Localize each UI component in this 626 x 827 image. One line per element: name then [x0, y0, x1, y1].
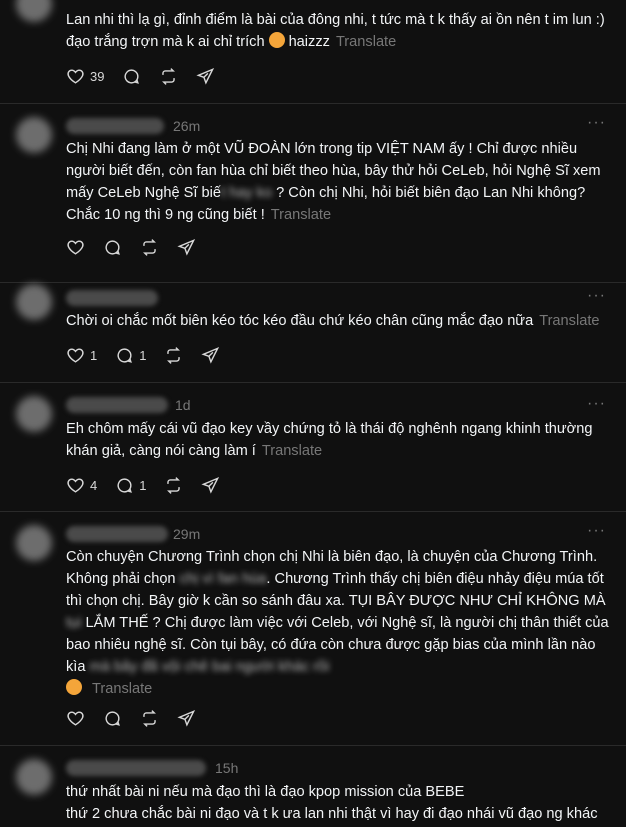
post-text: Chị Nhi đang làm ở một VŨ ĐOÀN lớn trong…	[66, 141, 601, 223]
post-text: Chời oi chắc mốt biên kéo tóc kéo đầu ch…	[66, 313, 600, 329]
comment-icon	[117, 347, 133, 363]
timestamp: 26m	[173, 118, 201, 134]
username[interactable]	[66, 760, 206, 776]
hidden-text: mà bây đã vội chê bai người khác rồi	[89, 659, 330, 675]
translate-link[interactable]: Translate	[262, 443, 322, 459]
post-actions	[66, 236, 214, 258]
like-button[interactable]: 1	[66, 346, 97, 365]
more-options-icon[interactable]: ···	[587, 396, 606, 412]
avatar[interactable]	[16, 759, 52, 795]
repost-button[interactable]	[140, 238, 159, 257]
like-button[interactable]	[66, 709, 85, 728]
reply-button[interactable]	[122, 67, 141, 86]
username[interactable]	[66, 118, 164, 134]
like-button[interactable]	[66, 238, 85, 257]
reply-count: 1	[139, 477, 147, 493]
post-actions	[66, 707, 214, 729]
heart-icon	[67, 477, 84, 493]
reply-button[interactable]	[103, 238, 122, 257]
repost-icon	[162, 67, 176, 85]
emoji-icon	[66, 679, 82, 695]
heart-icon	[67, 347, 84, 363]
comment-icon	[124, 68, 140, 84]
translate-link[interactable]: Translate	[92, 681, 152, 697]
repost-icon	[167, 476, 181, 494]
avatar[interactable]	[16, 284, 52, 320]
send-icon	[201, 346, 220, 364]
send-icon	[201, 476, 220, 494]
timestamp: 1d	[175, 397, 191, 413]
username[interactable]	[66, 397, 168, 413]
translate-link[interactable]: Translate	[539, 313, 599, 329]
username[interactable]	[66, 526, 168, 542]
repost-button[interactable]	[164, 346, 183, 365]
share-button[interactable]	[177, 709, 196, 728]
send-icon	[177, 238, 196, 256]
like-count: 39	[90, 68, 105, 84]
divider	[0, 282, 626, 283]
avatar[interactable]	[16, 117, 52, 153]
like-button[interactable]: 39	[66, 67, 104, 86]
more-options-icon[interactable]: ···	[587, 523, 606, 539]
divider	[0, 382, 626, 383]
heart-icon	[67, 239, 84, 255]
send-icon	[177, 709, 196, 727]
post-text: thứ nhất bài ni nếu mà đạo thì là đạo kp…	[66, 784, 598, 822]
timestamp: 29m	[173, 526, 201, 542]
more-options-icon[interactable]: ···	[587, 115, 606, 131]
share-button[interactable]	[201, 476, 220, 495]
repost-button[interactable]	[159, 67, 178, 86]
heart-icon	[67, 710, 84, 726]
post-actions: 1 1	[66, 344, 238, 366]
send-icon	[196, 67, 215, 85]
share-button[interactable]	[201, 346, 220, 365]
reply-button[interactable]: 1	[115, 346, 146, 365]
like-count: 4	[90, 477, 98, 493]
share-button[interactable]	[196, 67, 215, 86]
reply-count: 1	[139, 347, 147, 363]
avatar[interactable]	[16, 525, 52, 561]
more-options-icon[interactable]: ···	[587, 288, 606, 304]
translate-link[interactable]: Translate	[336, 34, 396, 50]
like-button[interactable]: 4	[66, 476, 97, 495]
share-button[interactable]	[177, 238, 196, 257]
divider	[0, 745, 626, 746]
username[interactable]	[66, 290, 158, 306]
post-actions: 4 1	[66, 474, 238, 496]
comment-icon	[105, 710, 120, 726]
repost-icon	[167, 346, 181, 364]
translate-link[interactable]: Translate	[271, 207, 331, 223]
divider	[0, 511, 626, 512]
hidden-text: tụi	[66, 615, 82, 631]
repost-icon	[143, 238, 156, 256]
repost-button[interactable]	[164, 476, 183, 495]
emoji-icon	[268, 32, 285, 48]
divider	[0, 103, 626, 104]
heart-icon	[67, 68, 84, 84]
avatar[interactable]	[16, 0, 52, 22]
post-text: Lan nhi thì lạ gì, đỉnh điểm là bài của …	[66, 12, 605, 50]
comment-icon	[117, 477, 133, 493]
post-text: Còn chuyện Chương Trình chọn chị Nhi là …	[66, 549, 609, 697]
comment-icon	[105, 239, 120, 255]
repost-button[interactable]	[140, 709, 159, 728]
like-count: 1	[90, 347, 98, 363]
reply-button[interactable]: 1	[115, 476, 146, 495]
hidden-text: chị vì fan hùa	[179, 571, 267, 587]
timestamp: 15h	[215, 760, 239, 776]
post-actions: 39	[66, 65, 233, 87]
avatar[interactable]	[16, 396, 52, 432]
hidden-text: t hay ko	[220, 185, 273, 201]
post-text: Eh chôm mấy cái vũ đạo key vầy chứng tỏ …	[66, 421, 593, 459]
repost-icon	[143, 709, 156, 727]
reply-button[interactable]	[103, 709, 122, 728]
